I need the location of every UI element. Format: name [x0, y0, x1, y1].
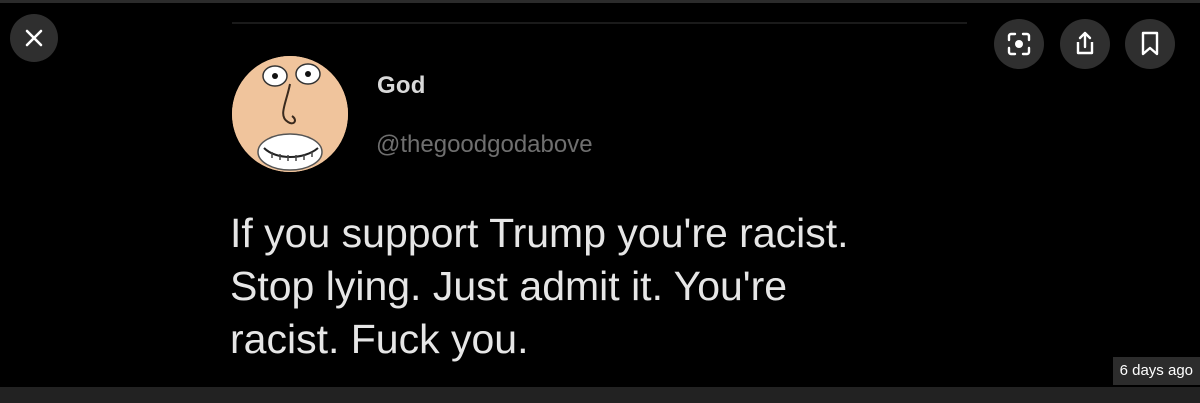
save-button[interactable] [1125, 19, 1175, 69]
close-icon [23, 27, 45, 49]
bookmark-icon [1140, 31, 1160, 57]
avatar-face [232, 56, 348, 172]
image-viewer: God @thegoodgodabove If you support Trum… [0, 0, 1200, 403]
tweet-line: racist. Fuck you. [230, 316, 529, 362]
tweet-line: Stop lying. Just admit it. You're [230, 263, 788, 309]
tweet-body: If you support Trump you're racist. Stop… [230, 207, 1030, 366]
user-handle: @thegoodgodabove [376, 131, 593, 158]
close-button[interactable] [10, 14, 58, 62]
top-edge [0, 0, 1200, 3]
bottom-edge [0, 387, 1200, 403]
display-name: God [377, 72, 426, 99]
timestamp-badge: 6 days ago [1112, 357, 1200, 385]
share-icon [1073, 31, 1097, 57]
avatar [232, 56, 348, 172]
lens-search-button[interactable] [994, 19, 1044, 69]
share-button[interactable] [1060, 19, 1110, 69]
tweet-divider [232, 22, 967, 24]
tweet-line: If you support Trump you're racist. [230, 210, 849, 256]
lens-icon [1006, 31, 1032, 57]
